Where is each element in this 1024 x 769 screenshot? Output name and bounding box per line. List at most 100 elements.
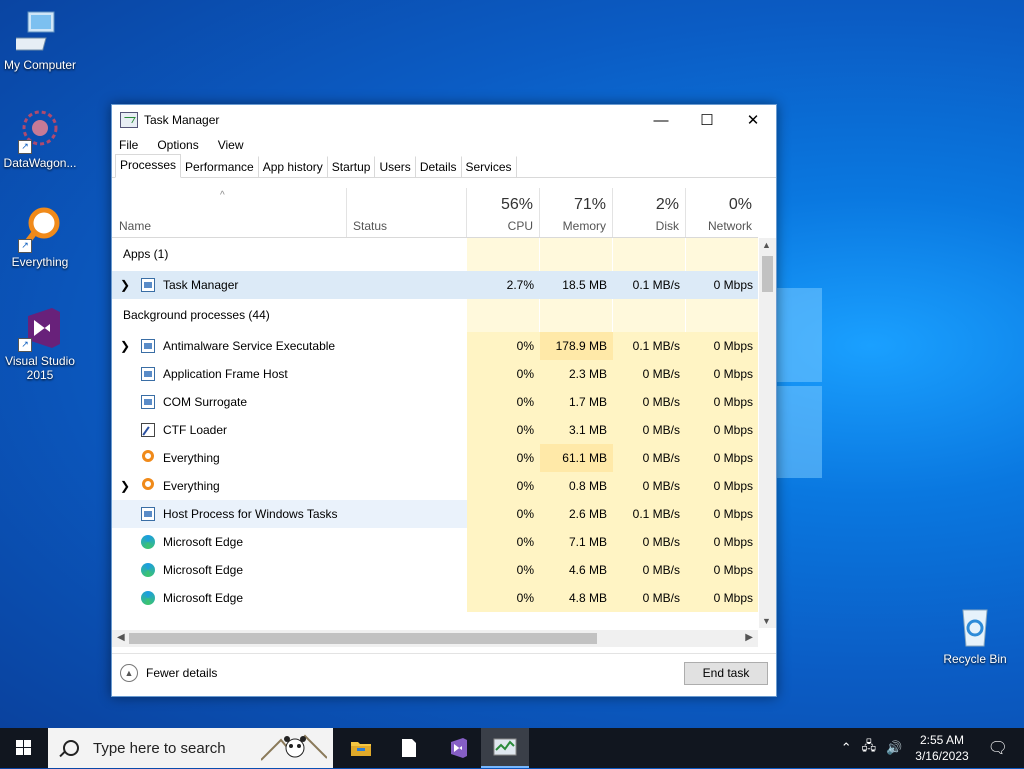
cell-network: 0 Mbps — [686, 556, 758, 584]
search-box[interactable]: Type here to search — [48, 728, 333, 768]
vertical-scrollbar[interactable]: ▲ ▼ — [759, 238, 776, 628]
table-row[interactable]: ❯ Everything 0% 0.8 MB 0 MB/s 0 Mbps — [112, 472, 758, 500]
desktop-icon-everything[interactable]: ↗ Everything — [0, 205, 81, 269]
tab-app-history[interactable]: App history — [257, 156, 328, 177]
tab-users[interactable]: Users — [374, 156, 415, 177]
table-row[interactable]: Microsoft Edge 0% 7.1 MB 0 MB/s 0 Mbps — [112, 528, 758, 556]
search-highlight-image — [260, 730, 328, 766]
scroll-right-arrow-icon[interactable]: ▶ — [745, 632, 753, 643]
cell-network: 0 Mbps — [686, 271, 758, 299]
cell-network: 0 Mbps — [686, 332, 758, 360]
computer-icon — [12, 8, 64, 56]
footer: ▲ Fewer details End task — [112, 653, 776, 696]
vertical-scroll-thumb[interactable] — [762, 256, 773, 292]
cell-memory: 18.5 MB — [540, 271, 613, 299]
table-row[interactable]: Microsoft Edge 0% 4.8 MB 0 MB/s 0 Mbps — [112, 584, 758, 612]
group-header-apps[interactable]: Apps (1) — [112, 238, 758, 271]
cell-cpu: 0% — [467, 584, 540, 612]
cell-cpu: 0% — [467, 500, 540, 528]
group-header-background[interactable]: Background processes (44) — [112, 299, 758, 332]
visual-studio-icon — [451, 738, 467, 758]
sort-up-icon: ^ — [220, 190, 225, 201]
table-row[interactable]: Host Process for Windows Tasks 0% 2.6 MB 0.… — [112, 500, 758, 528]
tab-services[interactable]: Services — [460, 156, 517, 177]
task-manager-icon — [493, 738, 517, 756]
table-row[interactable]: CTF Loader 0% 3.1 MB 0 MB/s 0 Mbps — [112, 416, 758, 444]
table-row[interactable]: ❯ Antimalware Service Executable 0% 178.9 M… — [112, 332, 758, 360]
fewer-details-button[interactable]: ▲ Fewer details — [120, 664, 217, 682]
tab-performance[interactable]: Performance — [180, 156, 259, 177]
edge-icon — [141, 535, 155, 549]
taskbar-visual-studio[interactable] — [433, 728, 481, 768]
cell-cpu: 0% — [467, 444, 540, 472]
desktop-icon-recycle-bin[interactable]: Recycle Bin — [934, 602, 1016, 666]
ctf-icon — [141, 423, 155, 437]
menu-options[interactable]: Options — [154, 138, 201, 152]
cell-memory-empty — [540, 238, 613, 271]
windows-logo-icon — [16, 740, 32, 756]
column-header-name[interactable]: ^ Name — [112, 188, 347, 237]
taskbar-notepad[interactable] — [385, 728, 433, 768]
scroll-up-arrow-icon[interactable]: ▲ — [762, 240, 771, 250]
tab-processes[interactable]: Processes — [115, 154, 182, 178]
expand-chevron-icon[interactable]: ❯ — [120, 472, 130, 500]
table-row[interactable]: Microsoft Edge 0% 4.6 MB 0 MB/s 0 Mbps — [112, 556, 758, 584]
cell-cpu-empty — [467, 238, 540, 271]
table-row[interactable]: ❯ Task Manager 2.7% 18.5 MB 0.1 MB/s 0 Mbps — [112, 271, 758, 299]
horizontal-scrollbar[interactable]: ◀ ▶ — [112, 630, 758, 647]
maximize-button[interactable]: ☐ — [684, 105, 730, 135]
tab-details[interactable]: Details — [414, 156, 462, 177]
cell-disk: 0.1 MB/s — [613, 500, 686, 528]
cell-network: 0 Mbps — [686, 472, 758, 500]
desktop-icon-datawagon[interactable]: ↗ DataWagon... — [0, 106, 81, 170]
menu-view[interactable]: View — [215, 138, 247, 152]
visual-studio-icon: ↗ — [16, 304, 64, 352]
close-button[interactable]: ✕ — [730, 105, 776, 135]
service-icon — [141, 507, 155, 521]
expand-chevron-icon[interactable]: ❯ — [120, 332, 130, 360]
horizontal-scroll-thumb[interactable] — [129, 633, 597, 644]
scroll-down-arrow-icon[interactable]: ▼ — [762, 616, 771, 626]
service-icon — [141, 339, 155, 353]
end-task-button[interactable]: End task — [684, 662, 768, 685]
expand-chevron-icon[interactable]: ❯ — [120, 271, 130, 299]
file-explorer-icon — [351, 742, 371, 756]
table-row[interactable]: Application Frame Host 0% 2.3 MB 0 MB/s 0 Mb… — [112, 360, 758, 388]
start-button[interactable] — [0, 728, 48, 768]
taskbar-task-manager[interactable] — [481, 728, 529, 768]
network-icon[interactable]: 🖧 — [862, 737, 877, 759]
column-header-status[interactable]: Status — [347, 188, 467, 237]
taskbar-file-explorer[interactable] — [337, 728, 385, 768]
column-header-network[interactable]: 0% Network — [686, 188, 758, 237]
task-manager-icon — [120, 112, 138, 128]
title-bar[interactable]: Task Manager — ☐ ✕ — [112, 105, 776, 135]
tab-startup[interactable]: Startup — [326, 156, 376, 177]
desktop-icon-my-computer[interactable]: My Computer — [0, 8, 81, 72]
cell-cpu: 0% — [467, 332, 540, 360]
clock[interactable]: 2:55 AM 3/16/2023 — [915, 732, 968, 764]
cell-memory: 2.3 MB — [540, 360, 613, 388]
column-header-cpu[interactable]: 56% CPU — [467, 188, 540, 237]
desktop-icon-visual-studio[interactable]: ↗ Visual Studio 2015 — [0, 304, 81, 382]
minimize-button[interactable]: — — [638, 105, 684, 135]
menu-bar: File Options View — [112, 135, 776, 155]
cell-network: 0 Mbps — [686, 388, 758, 416]
notification-icon[interactable]: 🗨 — [988, 738, 1008, 758]
cell-memory: 0.8 MB — [540, 472, 613, 500]
cell-disk: 0 MB/s — [613, 444, 686, 472]
table-row[interactable]: Everything 0% 61.1 MB 0 MB/s 0 Mbps — [112, 444, 758, 472]
cell-network: 0 Mbps — [686, 584, 758, 612]
column-header-disk[interactable]: 2% Disk — [613, 188, 686, 237]
column-header-memory[interactable]: 71% Memory — [540, 188, 613, 237]
scroll-left-arrow-icon[interactable]: ◀ — [117, 632, 125, 643]
show-hidden-icons-chevron-icon[interactable]: ⌃ — [841, 740, 852, 756]
volume-icon[interactable]: 🔊 — [886, 740, 902, 756]
everything-icon — [142, 450, 154, 462]
cell-cpu: 0% — [467, 388, 540, 416]
clock-date: 3/16/2023 — [915, 749, 969, 763]
notepad-icon — [402, 739, 416, 757]
process-name: Antimalware Service Executable — [163, 339, 336, 353]
menu-file[interactable]: File — [116, 138, 141, 152]
table-row[interactable]: COM Surrogate 0% 1.7 MB 0 MB/s 0 Mbps — [112, 388, 758, 416]
recycle-bin-icon — [951, 602, 999, 650]
